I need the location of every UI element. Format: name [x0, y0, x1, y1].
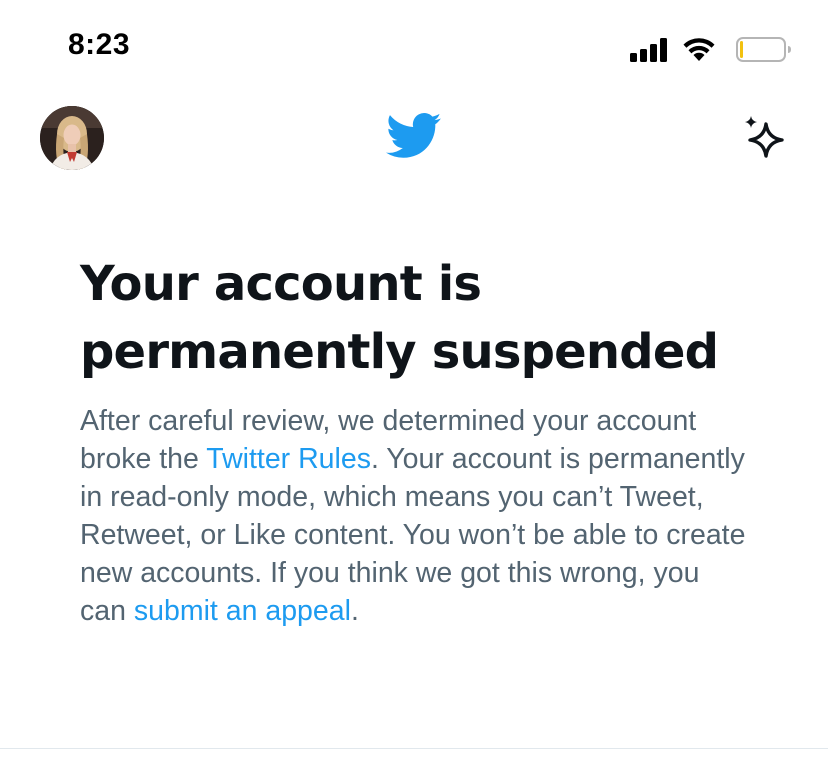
divider	[0, 748, 828, 749]
twitter-bird-logo[interactable]	[386, 112, 442, 162]
avatar-image	[40, 106, 104, 170]
wifi-icon	[683, 38, 715, 61]
top-header	[0, 96, 828, 186]
cellular-signal-icon	[630, 38, 667, 62]
sparkle-button[interactable]	[742, 114, 788, 160]
twitter-bird-icon	[386, 113, 442, 158]
status-icons	[628, 34, 798, 64]
sparkle-icon	[745, 116, 784, 158]
twitter-rules-link[interactable]: Twitter Rules	[206, 443, 371, 475]
suspension-title: Your account is permanently suspended	[80, 250, 760, 386]
description-text-3: .	[350, 595, 359, 627]
suspension-description: After careful review, we determined your…	[80, 402, 750, 630]
title-line-2: permanently suspended	[80, 324, 719, 380]
status-bar: 8:23	[0, 0, 828, 96]
suspension-notice: Your account is permanently suspended Af…	[80, 250, 760, 630]
profile-avatar[interactable]	[40, 106, 104, 170]
status-time: 8:23	[68, 28, 131, 61]
title-line-1: Your account is	[80, 256, 482, 312]
battery-low-icon	[736, 37, 791, 62]
submit-appeal-link[interactable]: submit an appeal	[134, 595, 351, 627]
